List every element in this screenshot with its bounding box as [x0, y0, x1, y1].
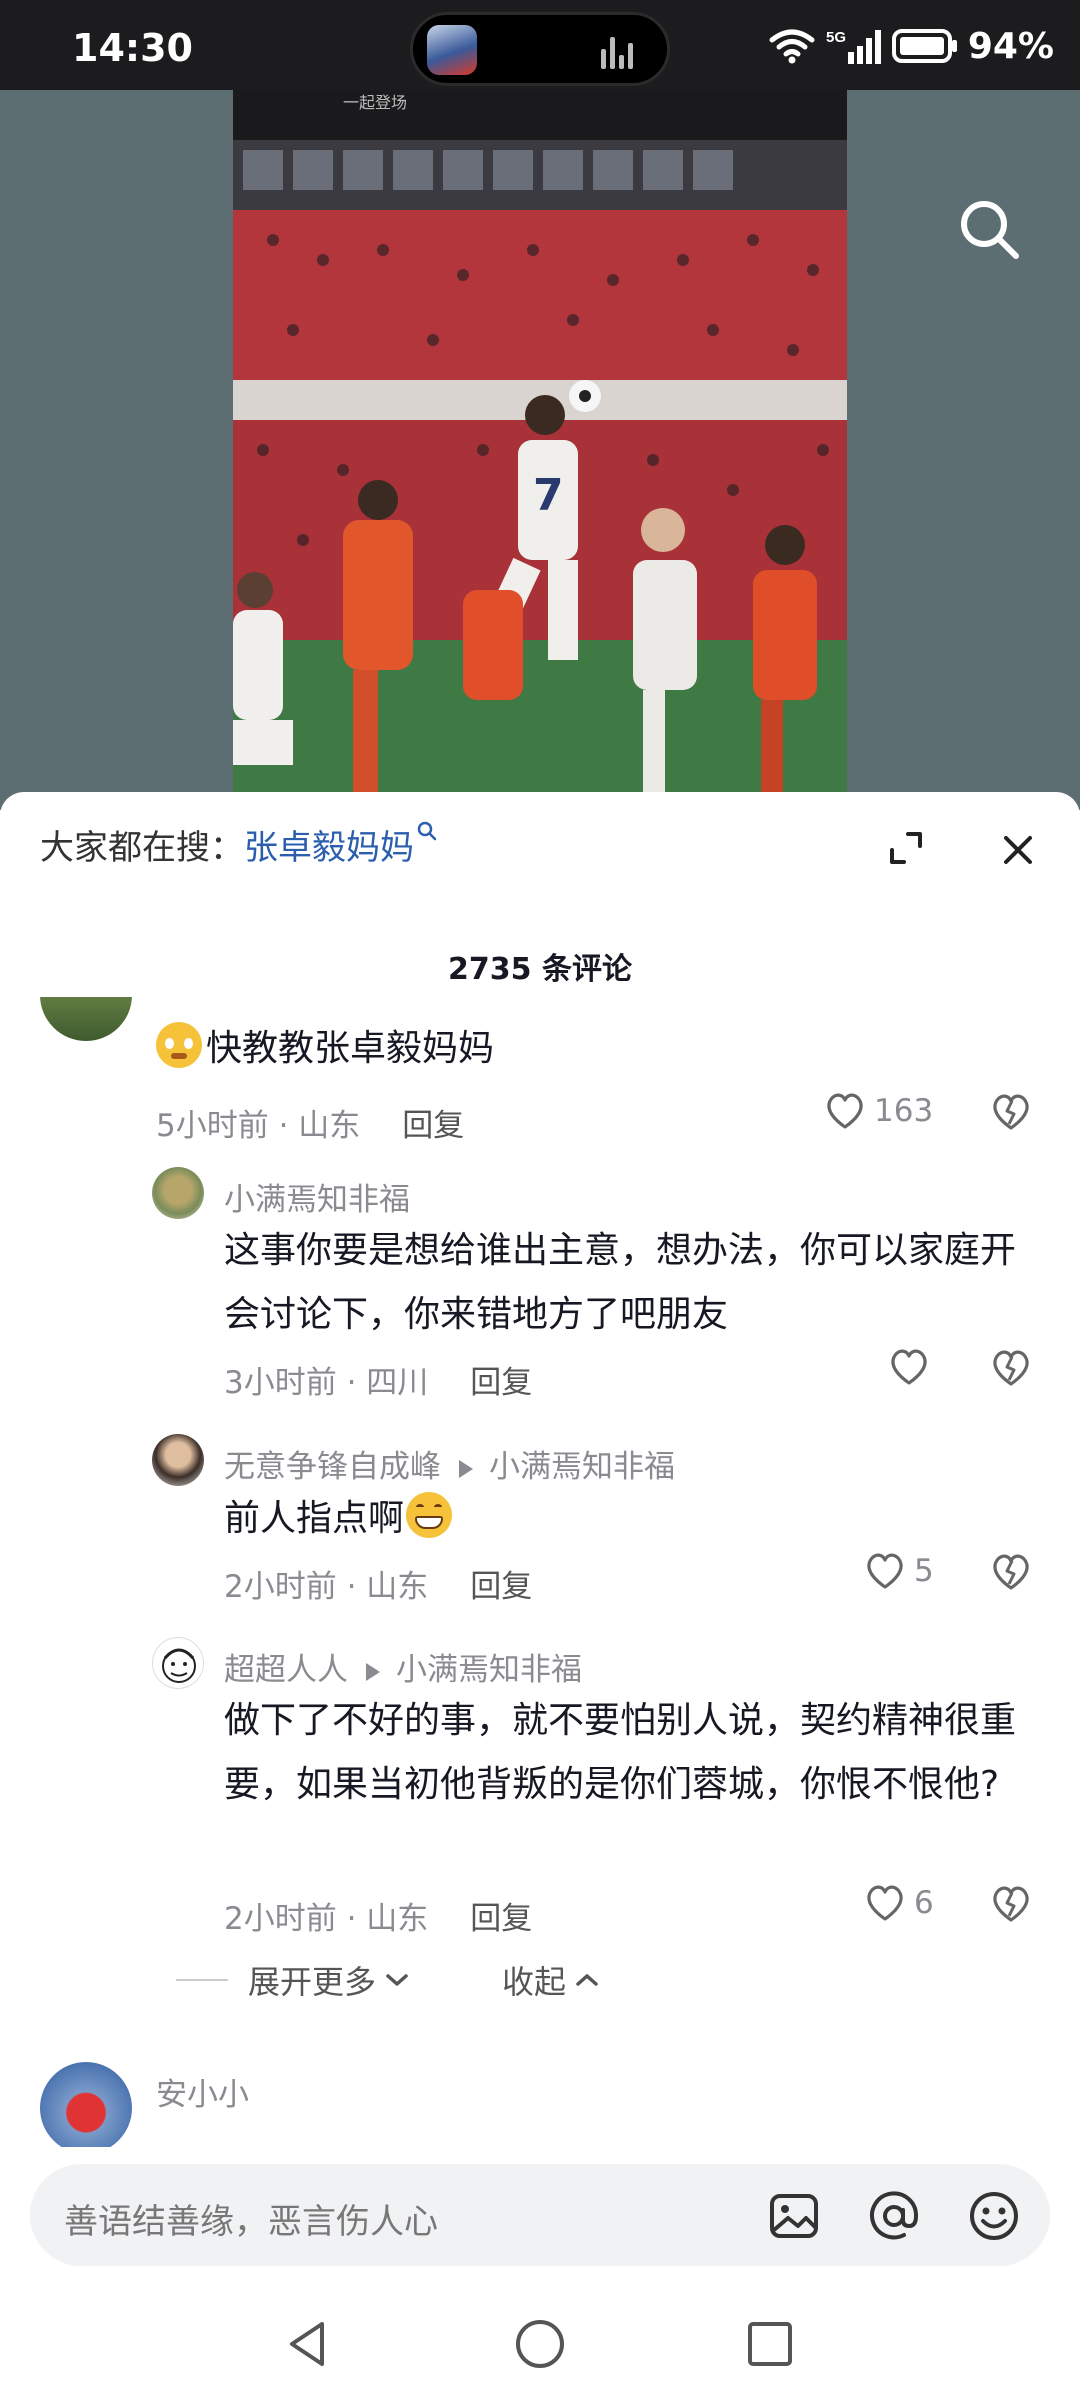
audio-visualizer-icon: [601, 35, 637, 69]
comment-text: 快教教张卓毅妈妈: [156, 1017, 1016, 1081]
comment-text-content: 快教教张卓毅妈妈: [206, 1028, 495, 1069]
comment-text: 前人指点啊: [224, 1487, 1044, 1551]
trending-search-label: 大家都在搜：: [40, 828, 244, 868]
reply-target-name[interactable]: 小满焉知非福: [489, 1449, 675, 1485]
trending-search-keyword[interactable]: 张卓毅妈妈: [244, 828, 414, 868]
avatar[interactable]: [152, 1637, 204, 1689]
image-icon[interactable]: [766, 2188, 822, 2244]
comment-time: 3小时前: [224, 1365, 337, 1401]
football-match-image: 一起登场 7: [233, 90, 847, 810]
comment-meta: 2小时前 · 山东 回复: [224, 1569, 533, 1605]
avatar[interactable]: [40, 997, 132, 1041]
heart-icon: [867, 1885, 903, 1921]
media-thumbnail: [427, 25, 477, 75]
avatar[interactable]: [152, 1434, 204, 1486]
comment-input-bar[interactable]: 善语结善缘，恶言伤人心: [30, 2164, 1050, 2266]
dislike-icon[interactable]: [990, 1883, 1032, 1925]
dislike-icon[interactable]: [990, 1347, 1032, 1389]
comment-sheet: 大家都在搜：张卓毅妈妈 2735 条评论 快教教张卓毅妈妈 5小时前 · 山东回…: [0, 792, 1080, 2400]
wifi-icon: [769, 29, 815, 64]
reply-button[interactable]: 回复: [470, 1569, 532, 1605]
commenter-name[interactable]: 超超人人 小满焉知非福: [224, 1644, 582, 1689]
dynamic-island[interactable]: [410, 12, 670, 86]
battery-percentage: 94%: [967, 25, 1054, 67]
comment-count: 2735 条评论: [448, 952, 632, 987]
back-icon[interactable]: [280, 2316, 336, 2372]
dislike-icon[interactable]: [990, 1091, 1032, 1133]
comment-meta: 3小时前 · 四川 回复: [224, 1365, 533, 1401]
recent-apps-icon[interactable]: [742, 2316, 798, 2372]
comment-meta: 2小时前 · 山东 回复: [224, 1901, 533, 1937]
grinning-emoji-icon: [406, 1492, 453, 1538]
reply-arrow-icon: [459, 1459, 473, 1478]
stadium-banner-text: 一起登场: [343, 93, 407, 112]
like-button[interactable]: [888, 1347, 938, 1387]
commenter-name-text[interactable]: 无意争锋自成峰: [224, 1449, 441, 1485]
cartoon-face-icon: [162, 1648, 196, 1683]
avatar[interactable]: [40, 2062, 132, 2147]
dislike-icon[interactable]: [990, 1551, 1032, 1593]
svg-text:7: 7: [533, 470, 564, 521]
like-button[interactable]: 6: [864, 1883, 934, 1923]
like-button[interactable]: 163: [824, 1091, 933, 1131]
comment-time: 2小时前: [224, 1569, 337, 1605]
close-icon[interactable]: [998, 830, 1038, 870]
commenter-name-text[interactable]: 超超人人: [224, 1652, 348, 1688]
comment-text: 这事你要是想给谁出主意，想办法，你可以家庭开会讨论下，你来错地方了吧朋友: [224, 1230, 1017, 1335]
comment-list[interactable]: 快教教张卓毅妈妈 5小时前 · 山东 回复 163 小满焉知非福 这事你要是想给谁…: [0, 997, 1080, 2147]
comment-location: 四川: [366, 1365, 429, 1401]
expand-icon[interactable]: [886, 828, 926, 868]
status-time: 14:30: [72, 26, 193, 70]
chevron-down-icon: [386, 1974, 408, 1986]
comment-location: 山东: [366, 1569, 429, 1605]
comment-location: 山东: [298, 1108, 361, 1144]
heart-icon: [827, 1093, 863, 1129]
search-small-icon: [417, 821, 437, 841]
heart-icon: [867, 1553, 903, 1589]
like-count: 6: [914, 1885, 934, 1921]
reply-arrow-icon: [366, 1662, 380, 1681]
reply-button[interactable]: 回复: [402, 1108, 464, 1144]
like-count: 163: [874, 1093, 934, 1129]
comment-input-placeholder[interactable]: 善语结善缘，恶言伤人心: [64, 2194, 438, 2243]
collapse-label: 收起: [502, 1963, 567, 2001]
home-icon[interactable]: [512, 2316, 568, 2372]
chevron-up-icon: [576, 1974, 598, 1986]
like-count: 5: [914, 1553, 934, 1589]
reply-button[interactable]: 回复: [470, 1365, 532, 1401]
comment-time: 5小时前: [156, 1108, 269, 1144]
cellular-signal-icon: 5G: [826, 29, 881, 64]
avatar[interactable]: [152, 1167, 204, 1219]
expand-more-button[interactable]: 展开更多: [176, 1957, 412, 2003]
heart-icon: [891, 1349, 927, 1385]
collapse-button[interactable]: 收起: [502, 1957, 602, 2003]
like-button[interactable]: 5: [864, 1551, 934, 1591]
mention-icon[interactable]: [866, 2188, 922, 2244]
reply-button[interactable]: 回复: [470, 1901, 532, 1937]
crying-emoji-icon: [156, 1022, 202, 1068]
battery-icon: [891, 29, 957, 63]
comment-location: 山东: [366, 1901, 429, 1937]
comment-time: 2小时前: [224, 1901, 337, 1937]
video-frame[interactable]: 一起登场 7: [233, 90, 847, 810]
search-icon[interactable]: [950, 190, 1030, 270]
reply-target-name[interactable]: 小满焉知非福: [396, 1652, 582, 1688]
status-icons: 5G 94%: [768, 24, 1054, 68]
divider: [176, 1979, 228, 1981]
commenter-name[interactable]: 小满焉知非福: [224, 1174, 410, 1219]
commenter-name[interactable]: 无意争锋自成峰 小满焉知非福: [224, 1441, 675, 1486]
commenter-name[interactable]: 安小小: [156, 2069, 249, 2114]
expand-more-label: 展开更多: [248, 1963, 377, 2001]
trending-search-hint[interactable]: 大家都在搜：张卓毅妈妈: [40, 820, 438, 869]
status-bar: 14:30 5G 94%: [0, 0, 1080, 90]
comment-text-content: 前人指点啊: [224, 1498, 405, 1539]
network-type-label: 5G: [826, 29, 846, 46]
system-navigation-bar: [0, 2280, 1080, 2400]
comment-text: 做下了不好的事，就不要怕别人说，契约精神很重要，如果当初他背叛的是你们蓉城，你恨…: [224, 1700, 1017, 1805]
comment-meta: 5小时前 · 山东 回复: [156, 1108, 465, 1144]
emoji-icon[interactable]: [966, 2188, 1022, 2244]
video-player[interactable]: 一起登场 7: [0, 90, 1080, 810]
